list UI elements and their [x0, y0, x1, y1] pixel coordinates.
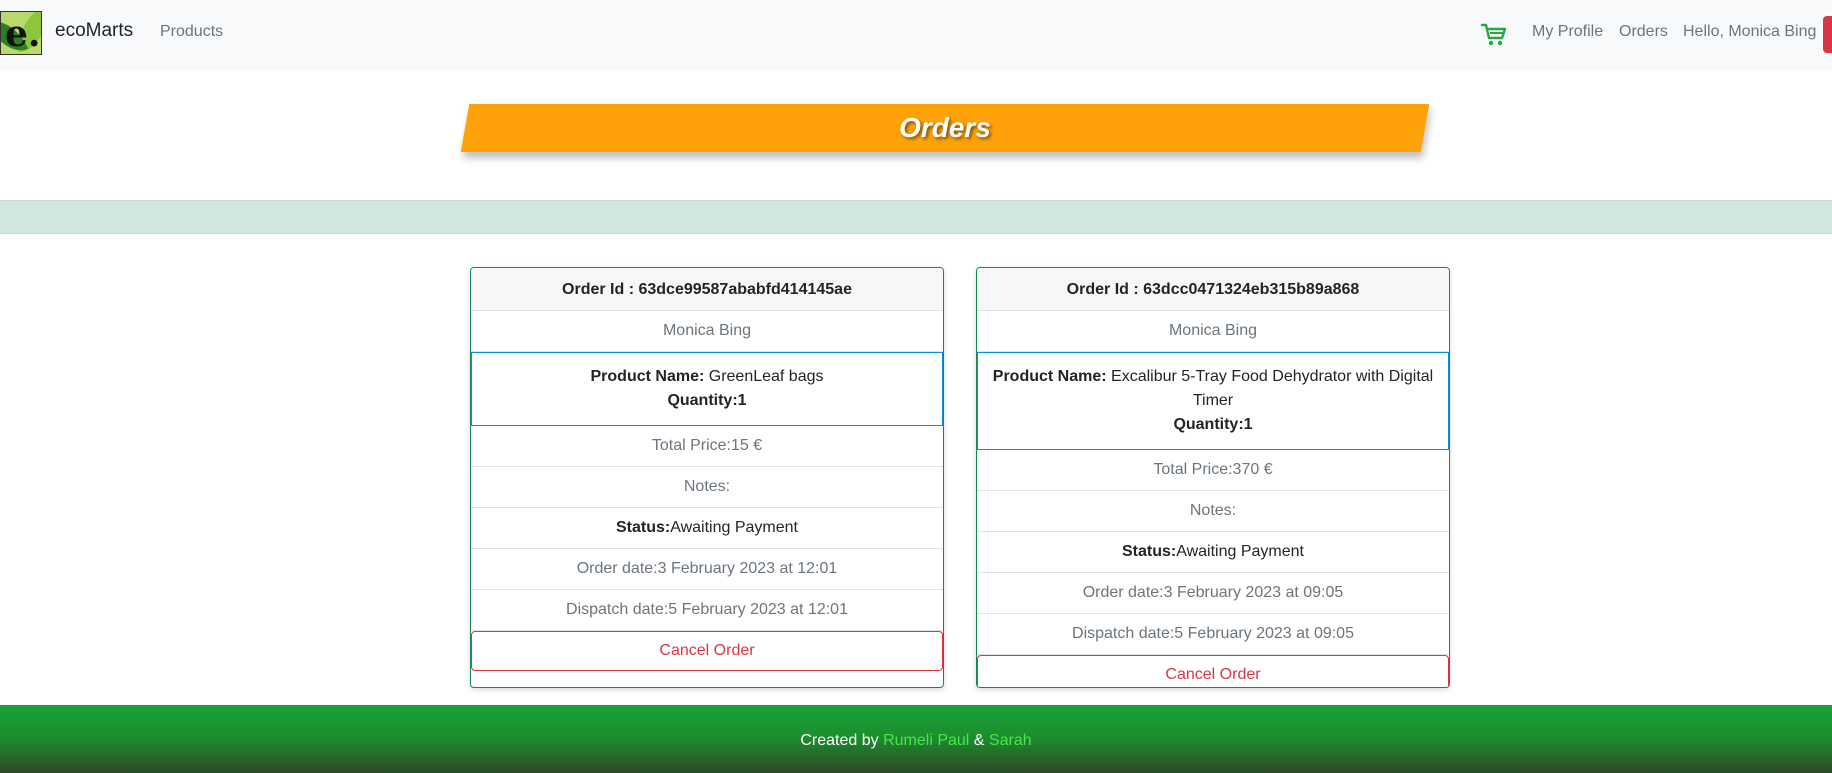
- logo-letter: e.: [5, 13, 41, 55]
- page-title: Orders: [899, 112, 991, 143]
- brand-link[interactable]: ecoMarts: [55, 20, 133, 42]
- nav-link-my-profile[interactable]: My Profile: [1532, 23, 1603, 41]
- nav-link-products[interactable]: Products: [160, 23, 223, 41]
- dispatch-date: Dispatch date:5 February 2023 at 09:05: [977, 614, 1449, 655]
- top-navbar: e. ecoMarts Products My Profile Orders H…: [0, 0, 1832, 70]
- total-price: Total Price:370 €: [977, 450, 1449, 491]
- cancel-order-button[interactable]: Cancel Order: [471, 631, 943, 671]
- author-link-sarah[interactable]: Sarah: [989, 732, 1032, 749]
- product-name: Excalibur 5-Tray Food Dehydrator with Di…: [1111, 368, 1434, 409]
- status-value: Awaiting Payment: [1176, 543, 1304, 560]
- order-status: Status:Awaiting Payment: [977, 532, 1449, 573]
- order-date: Order date:3 February 2023 at 09:05: [977, 573, 1449, 614]
- order-id: Order Id : 63dce99587ababfd414145ae: [471, 268, 943, 311]
- product-name-label: Product Name:: [992, 368, 1107, 385]
- footer: Created by Rumeli Paul & Sarah: [0, 705, 1832, 773]
- ecomarts-logo[interactable]: e.: [0, 11, 42, 55]
- footer-prefix: Created by: [800, 732, 879, 749]
- notes: Notes:: [977, 491, 1449, 532]
- status-label: Status:: [615, 519, 671, 536]
- divider-strip: [0, 200, 1832, 234]
- order-id: Order Id : 63dcc0471324eb315b89a868: [977, 268, 1449, 311]
- total-price: Total Price:15 €: [471, 426, 943, 467]
- status-value: Awaiting Payment: [670, 519, 798, 536]
- product-name-label: Product Name:: [590, 368, 705, 385]
- product-info: Product Name: GreenLeaf bags Quantity:1: [471, 352, 943, 426]
- shopping-cart-icon[interactable]: [1480, 20, 1508, 48]
- product-name: GreenLeaf bags: [708, 368, 824, 385]
- customer-name: Monica Bing: [471, 311, 943, 352]
- footer-separator: &: [973, 732, 985, 749]
- dispatch-date: Dispatch date:5 February 2023 at 12:01: [471, 590, 943, 631]
- quantity: Quantity:1: [667, 392, 747, 409]
- order-card: Order Id : 63dce99587ababfd414145ae Moni…: [470, 267, 944, 688]
- quantity: Quantity:1: [1173, 416, 1253, 433]
- notes: Notes:: [471, 467, 943, 508]
- product-info: Product Name: Excalibur 5-Tray Food Dehy…: [977, 352, 1449, 450]
- logout-button[interactable]: [1823, 16, 1832, 53]
- customer-name: Monica Bing: [977, 311, 1449, 352]
- cancel-order-button[interactable]: Cancel Order: [977, 655, 1449, 687]
- user-greeting: Hello, Monica Bing: [1683, 23, 1817, 40]
- order-date: Order date:3 February 2023 at 12:01: [471, 549, 943, 590]
- order-card: Order Id : 63dcc0471324eb315b89a868 Moni…: [976, 267, 1450, 688]
- author-link-rumeli-paul[interactable]: Rumeli Paul: [883, 732, 969, 749]
- nav-link-orders[interactable]: Orders: [1619, 23, 1668, 41]
- status-label: Status:: [1121, 543, 1177, 560]
- order-status: Status:Awaiting Payment: [471, 508, 943, 549]
